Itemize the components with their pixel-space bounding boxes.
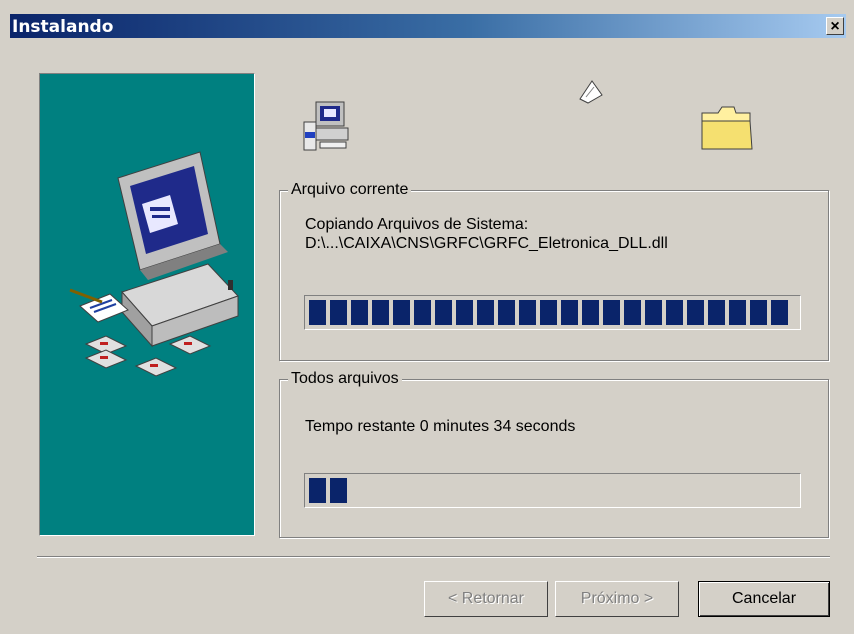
progress-block [687, 300, 704, 325]
progress-block [351, 300, 368, 325]
button-separator [37, 556, 830, 558]
progress-block [603, 300, 620, 325]
floppy-disks-icon [84, 335, 212, 377]
title-bar-fill [10, 14, 846, 38]
progress-block [330, 300, 347, 325]
next-button[interactable]: Próximo > [555, 581, 679, 617]
current-file-action: Copiando Arquivos de Sistema: [305, 216, 529, 233]
progress-block [414, 300, 431, 325]
progress-block [729, 300, 746, 325]
flying-page-icon [579, 80, 603, 104]
progress-block [372, 300, 389, 325]
progress-block [435, 300, 452, 325]
all-files-group: Todos arquivos Tempo restante 0 minutes … [279, 370, 829, 538]
all-files-progress-fill [309, 478, 347, 503]
destination-folder-icon [701, 106, 753, 150]
title-bar: Instalando × [0, 0, 854, 38]
progress-block [582, 300, 599, 325]
current-file-group: Arquivo corrente Copiando Arquivos de Si… [279, 181, 829, 361]
progress-block [624, 300, 641, 325]
current-file-path: D:\...\CAIXA\CNS\GRFC\GRFC_Eletronica_DL… [305, 235, 668, 252]
progress-block [540, 300, 557, 325]
all-files-label: Todos arquivos [288, 370, 402, 388]
progress-block [645, 300, 662, 325]
current-file-progress-bar [304, 295, 801, 330]
progress-block [498, 300, 515, 325]
progress-block [309, 478, 326, 503]
progress-block [330, 478, 347, 503]
cancel-button[interactable]: Cancelar [698, 581, 830, 617]
progress-block [666, 300, 683, 325]
close-button[interactable]: × [826, 17, 844, 35]
progress-block [708, 300, 725, 325]
progress-block [309, 300, 326, 325]
progress-block [561, 300, 578, 325]
progress-block [456, 300, 473, 325]
close-icon: × [830, 18, 840, 35]
current-file-progress-fill [309, 300, 788, 325]
window-title: Instalando [12, 17, 114, 37]
progress-block [771, 300, 788, 325]
time-remaining-text: Tempo restante 0 minutes 34 seconds [305, 418, 576, 435]
progress-block [393, 300, 410, 325]
progress-block [519, 300, 536, 325]
progress-block [750, 300, 767, 325]
current-file-label: Arquivo corrente [288, 181, 412, 199]
progress-block [477, 300, 494, 325]
back-button[interactable]: < Retornar [424, 581, 548, 617]
side-illustration-panel [39, 73, 255, 536]
all-files-progress-bar [304, 473, 801, 508]
source-computer-icon [303, 101, 349, 151]
